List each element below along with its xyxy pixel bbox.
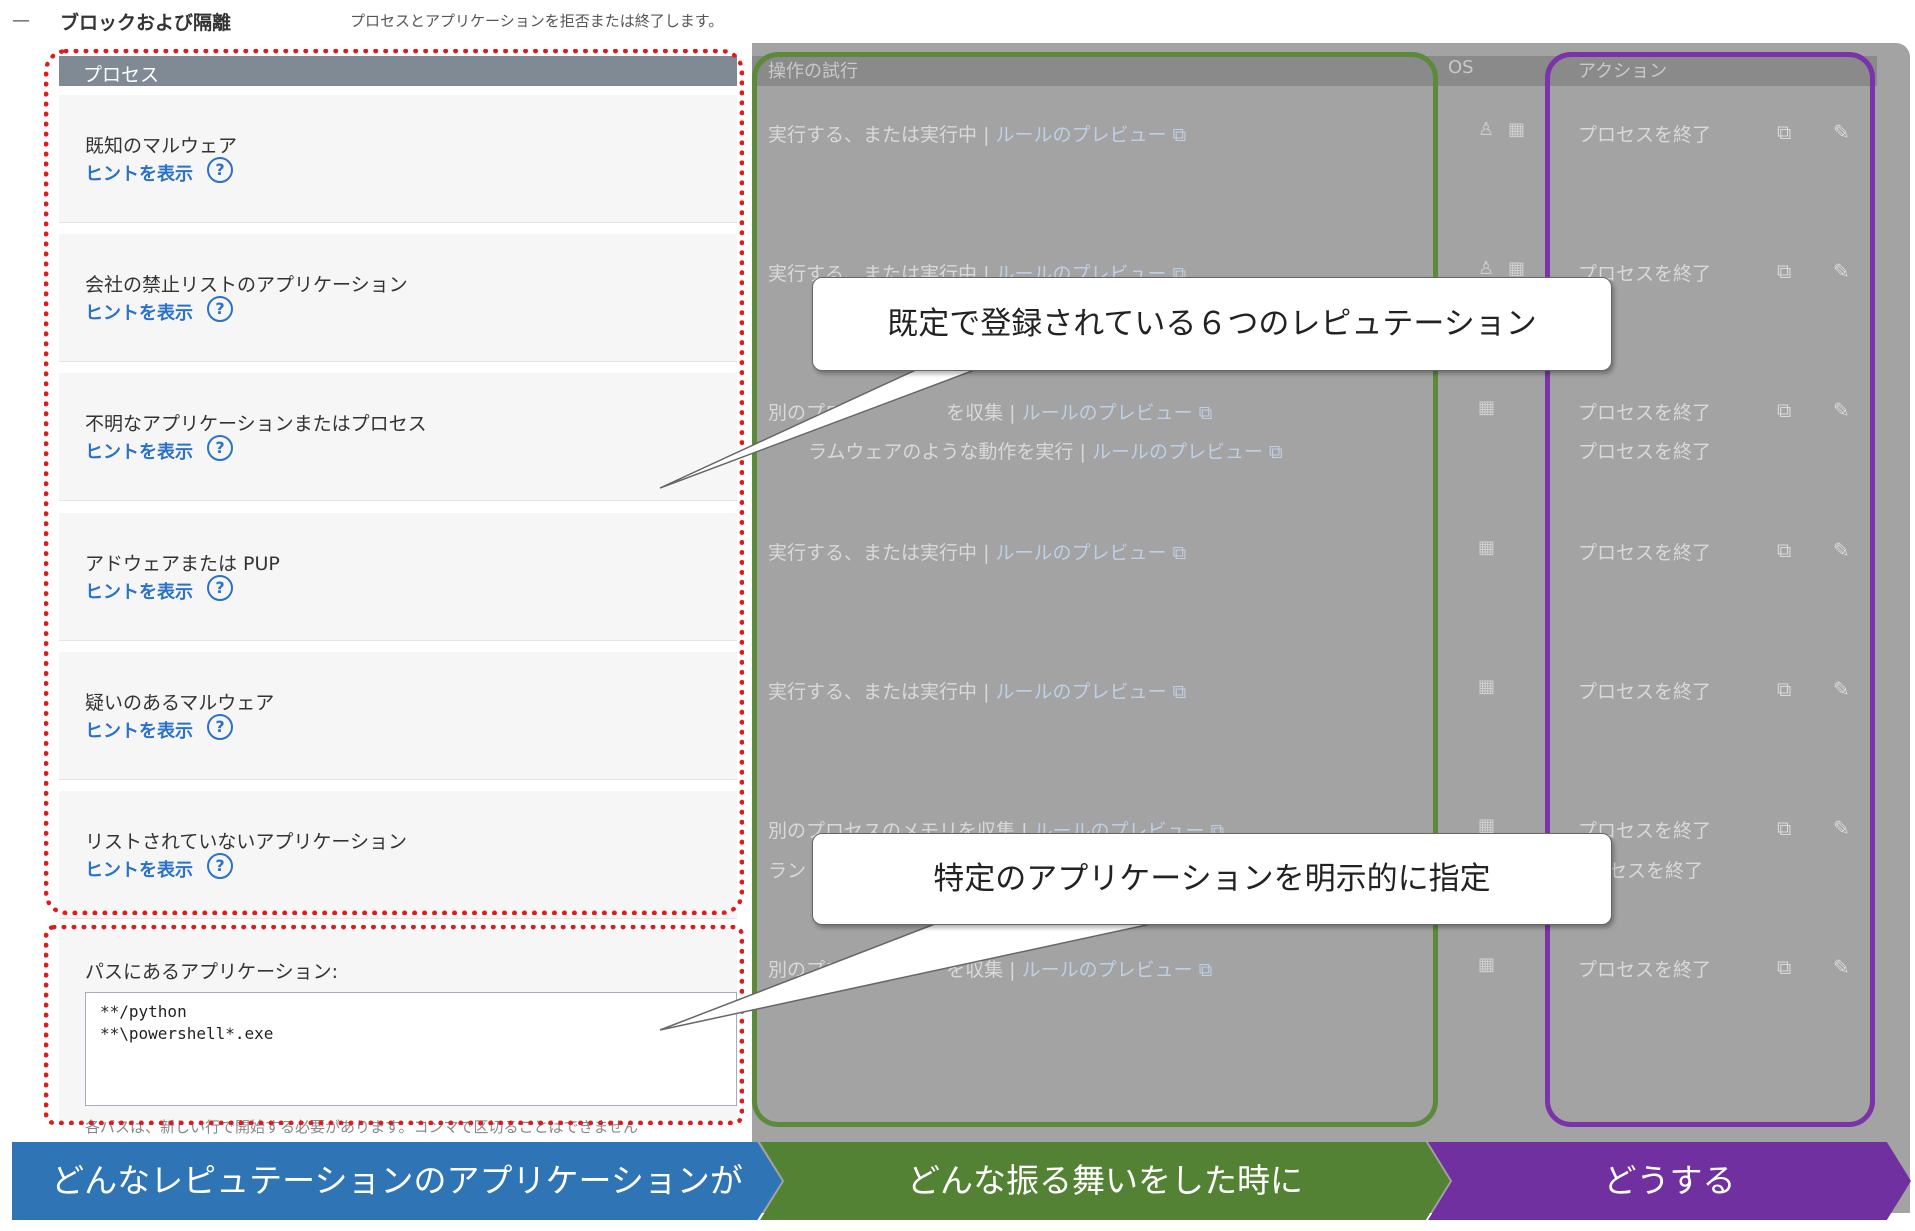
windows-icon: ▦: [1478, 954, 1496, 975]
windows-icon: ▦: [1478, 397, 1496, 418]
section-title: ブロックおよび隔離: [60, 12, 232, 34]
section-header: — ブロックおよび隔離 プロセスとアプリケーションを拒否または終了します。: [0, 0, 1915, 40]
windows-icon: ▦: [1508, 258, 1526, 279]
callout-reputations: 既定で登録されている６つのレピュテーション: [812, 277, 1612, 371]
section-description: プロセスとアプリケーションを拒否または終了します。: [350, 12, 724, 30]
windows-icon: ▦: [1478, 537, 1496, 558]
path-highlight: [44, 925, 744, 1125]
operation-highlight: [752, 52, 1438, 1127]
callout-explicit-apps: 特定のアプリケーションを明示的に指定: [812, 833, 1612, 925]
reputation-highlight: [44, 49, 744, 915]
column-header-os: OS: [1448, 57, 1474, 78]
linux-icon: ♙: [1478, 258, 1495, 279]
windows-icon: ▦: [1508, 119, 1526, 140]
linux-icon: ♙: [1478, 119, 1495, 140]
windows-icon: ▦: [1478, 676, 1496, 697]
page: — ブロックおよび隔離 プロセスとアプリケーションを拒否または終了します。 操作…: [0, 0, 1915, 1231]
arrow-behavior: どんな振る舞いをした時に: [760, 1142, 1450, 1220]
action-highlight: [1545, 52, 1875, 1127]
arrow-reputation: どんなレピュテーションのアプリケーションが: [12, 1142, 782, 1220]
arrow-action: どうする: [1428, 1142, 1911, 1220]
collapse-icon[interactable]: —: [12, 10, 30, 31]
